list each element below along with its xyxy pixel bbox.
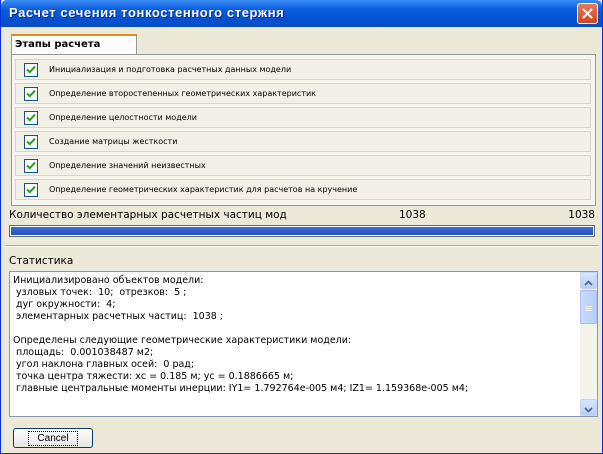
statistics-textarea[interactable]: Инициализировано объектов модели: узловы… [9, 271, 598, 417]
progress-fill [11, 227, 593, 235]
checkmark-icon [26, 185, 36, 194]
step-checkbox[interactable] [24, 86, 38, 101]
step-row: Определение геометрических характеристик… [15, 179, 591, 200]
scroll-thumb[interactable] [580, 290, 597, 324]
scroll-up-arrow-icon [584, 272, 593, 290]
step-label: Определение геометрических характеристик… [49, 185, 358, 194]
step-label: Определение целостности модели [49, 113, 197, 122]
step-row: Определение второстепенных геометрически… [15, 83, 591, 104]
tab-strip: Этапы расчета [7, 34, 596, 55]
checkmark-icon [26, 89, 36, 98]
particle-count-label: Количество элементарных расчетных частиц… [9, 209, 287, 221]
grip-icon [585, 298, 592, 317]
tab-label: Этапы расчета [15, 39, 101, 50]
statistics-label: Статистика [9, 255, 74, 267]
close-button[interactable] [577, 3, 598, 24]
step-checkbox[interactable] [24, 62, 38, 77]
scroll-down-button[interactable] [580, 399, 597, 416]
divider [5, 245, 599, 247]
cancel-button-label: Cancel [28, 430, 78, 446]
step-checkbox[interactable] [24, 110, 38, 125]
step-row: Определение целостности модели [15, 107, 591, 128]
step-row: Создание матрицы жесткости [15, 131, 591, 152]
step-row: Определение значений неизвестных [15, 155, 591, 176]
step-checkbox[interactable] [24, 134, 38, 149]
checkmark-icon [26, 113, 36, 122]
step-label: Создание матрицы жесткости [49, 137, 178, 146]
checkmark-icon [26, 65, 36, 74]
particle-count-total: 1038 [568, 209, 595, 221]
window-title: Расчет сечения тонкостенного стержня [9, 5, 285, 20]
vertical-scrollbar[interactable] [580, 272, 597, 416]
scroll-up-button[interactable] [580, 272, 597, 289]
step-label: Определение второстепенных геометрически… [49, 89, 317, 98]
title-bar[interactable]: Расчет сечения тонкостенного стержня [1, 0, 602, 27]
statistics-text: Инициализировано объектов модели: узловы… [13, 275, 469, 394]
step-checkbox[interactable] [24, 158, 38, 173]
cancel-button[interactable]: Cancel [13, 428, 93, 448]
tab-calculation-stages[interactable]: Этапы расчета [11, 34, 137, 55]
scroll-down-arrow-icon [584, 398, 593, 416]
progress-bar [9, 225, 595, 237]
dialog-window: Расчет сечения тонкостенного стержня Эта… [0, 0, 603, 454]
particle-count-value: 1038 [399, 209, 426, 221]
step-checkbox[interactable] [24, 182, 38, 197]
step-row: Инициализация и подготовка расчетных дан… [15, 59, 591, 80]
checkmark-icon [26, 137, 36, 146]
step-label: Инициализация и подготовка расчетных дан… [49, 65, 292, 74]
step-label: Определение значений неизвестных [49, 161, 206, 170]
close-icon [582, 4, 593, 23]
checkmark-icon [26, 161, 36, 170]
